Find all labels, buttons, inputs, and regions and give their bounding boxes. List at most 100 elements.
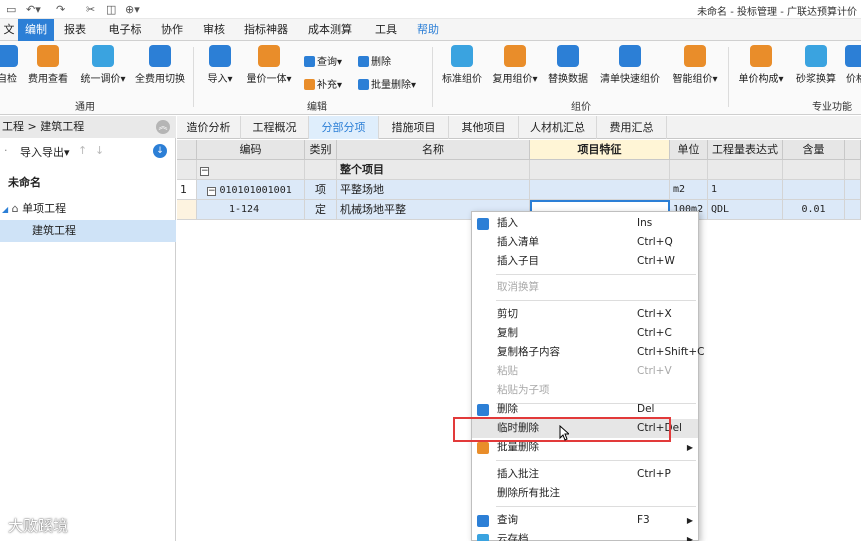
tree-root[interactable]: 未命名	[0, 172, 176, 194]
header-content[interactable]: 含量	[783, 140, 845, 160]
price-button[interactable]: 价格	[844, 45, 861, 85]
tab-others[interactable]: 其他项目	[449, 116, 519, 139]
row-type[interactable]: 定	[305, 200, 337, 220]
header-feature[interactable]: 项目特征	[530, 140, 670, 160]
row-content[interactable]	[783, 160, 845, 180]
unit-price-button[interactable]: 单价构成▾	[736, 45, 786, 85]
header-name[interactable]: 名称	[337, 140, 530, 160]
menu-label: 粘贴	[497, 365, 518, 377]
menu-item-paste-child[interactable]: 粘贴为子项	[472, 381, 698, 400]
quick-price-button[interactable]: 清单快速组价	[598, 45, 662, 85]
tab-sections[interactable]: 分部分项	[309, 116, 379, 139]
row-code[interactable]: 1-124	[197, 200, 305, 220]
row-name[interactable]: 平整场地	[337, 180, 530, 200]
row-index	[177, 200, 197, 220]
import-export-button[interactable]: 导入导出▾	[20, 144, 70, 160]
menu-cost[interactable]: 成本测算	[304, 19, 356, 41]
header-type[interactable]: 类别	[305, 140, 337, 160]
redo-icon[interactable]: ↷	[56, 3, 65, 16]
menu-item-query[interactable]: 查询 F3 ▶	[472, 511, 698, 530]
row-type[interactable]: 项	[305, 180, 337, 200]
menu-item-copy-cell[interactable]: 复制格子内容 Ctrl+Shift+C	[472, 343, 704, 362]
row-expr[interactable]: QDL	[708, 200, 783, 220]
menu-index[interactable]: 指标神器	[240, 19, 292, 41]
menu-ebid[interactable]: 电子标	[104, 19, 146, 41]
row-name[interactable]: 整个项目	[337, 160, 530, 180]
row-index	[177, 160, 197, 180]
paste-icon[interactable]: ⊕▾	[125, 3, 140, 16]
tab-bar: 造价分析 工程概况 分部分项 措施项目 其他项目 人材机汇总 费用汇总	[177, 116, 861, 139]
menu-report[interactable]: 报表	[58, 19, 92, 41]
menu-item-insert-sub[interactable]: 插入子目 Ctrl+W	[472, 252, 698, 271]
tab-cost-analysis[interactable]: 造价分析	[177, 116, 241, 139]
save-icon[interactable]: ▭	[6, 3, 16, 16]
row-unit[interactable]	[670, 160, 708, 180]
cost-view-button[interactable]: 费用查看	[26, 45, 70, 85]
tab-measures[interactable]: 措施项目	[379, 116, 449, 139]
menu-shortcut: Ctrl+P	[637, 468, 671, 480]
row-expr[interactable]: 1	[708, 180, 783, 200]
tab-materials[interactable]: 人材机汇总	[519, 116, 597, 139]
menu-item-delete-notes[interactable]: 删除所有批注	[472, 484, 698, 503]
menu-item-insert-bill[interactable]: 插入清单 Ctrl+Q	[472, 233, 698, 252]
row-type[interactable]	[305, 160, 337, 180]
header-code[interactable]: 编码	[197, 140, 305, 160]
table-row[interactable]: 1 − 010101001001 项 平整场地 m2 1	[177, 180, 861, 200]
row-content[interactable]: 0.01	[783, 200, 845, 220]
tab-fee-summary[interactable]: 费用汇总	[597, 116, 667, 139]
menu-label: 复制格子内容	[497, 346, 560, 358]
collapse-row-icon[interactable]: −	[207, 187, 216, 196]
tree-building[interactable]: 建筑工程	[0, 220, 176, 242]
menu-help[interactable]: 帮助	[412, 19, 444, 41]
menu-item-cancel-convert[interactable]: 取消换算	[472, 278, 698, 297]
full-cost-toggle-button[interactable]: 全费用切换	[134, 45, 186, 85]
undo-icon[interactable]: ↶▾	[26, 3, 41, 16]
move-up-icon[interactable]: ↑	[78, 144, 87, 157]
expand-icon[interactable]: ◢	[2, 205, 8, 214]
menu-label: 插入批注	[497, 468, 539, 480]
table-row[interactable]: − 整个项目	[177, 160, 861, 180]
menu-file[interactable]: 文件	[0, 19, 18, 41]
header-unit[interactable]: 单位	[670, 140, 708, 160]
menu-item-cloud[interactable]: 云存档 ▶	[472, 530, 698, 541]
mortar-convert-button[interactable]: 砂浆换算	[794, 45, 838, 85]
menu-collab[interactable]: 协作	[156, 19, 188, 41]
menu-tools[interactable]: 工具	[370, 19, 402, 41]
replace-data-button[interactable]: 替换数据	[546, 45, 590, 85]
import-button[interactable]: 导入▾	[202, 45, 238, 85]
cut-icon[interactable]: ✂	[86, 3, 95, 16]
menu-item-paste[interactable]: 粘贴 Ctrl+V	[472, 362, 698, 381]
collapse-row-icon[interactable]: −	[200, 167, 209, 176]
row-code-cell[interactable]: − 010101001001	[197, 180, 305, 200]
qty-price-button[interactable]: 量价一体▾	[244, 45, 294, 85]
menu-item-add-note[interactable]: 插入批注 Ctrl+P	[472, 465, 698, 484]
delete-button[interactable]: 删除	[358, 53, 391, 68]
reuse-price-button[interactable]: 复用组价▾	[490, 45, 540, 85]
menu-item-insert[interactable]: 插入 Ins	[472, 214, 698, 233]
menu-item-cut[interactable]: 剪切 Ctrl+X	[472, 305, 698, 324]
menu-audit[interactable]: 审核	[198, 19, 230, 41]
standard-price-button[interactable]: 标准组价	[440, 45, 484, 85]
menu-shortcut: Ctrl+C	[637, 327, 672, 339]
menu-edit[interactable]: 编制	[18, 19, 54, 41]
unified-adjust-button[interactable]: 统一调价▾	[78, 45, 128, 85]
smart-price-button[interactable]: 智能组价▾	[670, 45, 720, 85]
copy-icon[interactable]: ◫	[106, 3, 116, 16]
row-content[interactable]	[783, 180, 845, 200]
header-expr[interactable]: 工程量表达式	[708, 140, 783, 160]
batch-delete-button[interactable]: 批量删除▾	[358, 76, 416, 91]
row-unit[interactable]: m2	[670, 180, 708, 200]
tree-single-project[interactable]: ◢ ⌂ 单项工程	[0, 198, 176, 220]
row-feature[interactable]	[530, 180, 670, 200]
download-icon[interactable]: ↓	[153, 144, 167, 158]
tab-overview[interactable]: 工程概况	[241, 116, 309, 139]
self-check-button[interactable]: 自检	[0, 45, 20, 85]
row-expr[interactable]	[708, 160, 783, 180]
menu-item-copy[interactable]: 复制 Ctrl+C	[472, 324, 698, 343]
move-down-icon[interactable]: ↓	[95, 144, 104, 157]
query-button[interactable]: 查询▾	[304, 53, 342, 68]
row-feature[interactable]	[530, 160, 670, 180]
supplement-button[interactable]: 补充▾	[304, 76, 342, 91]
row-code-cell[interactable]: −	[197, 160, 305, 180]
collapse-icon[interactable]: ︽	[156, 120, 170, 134]
